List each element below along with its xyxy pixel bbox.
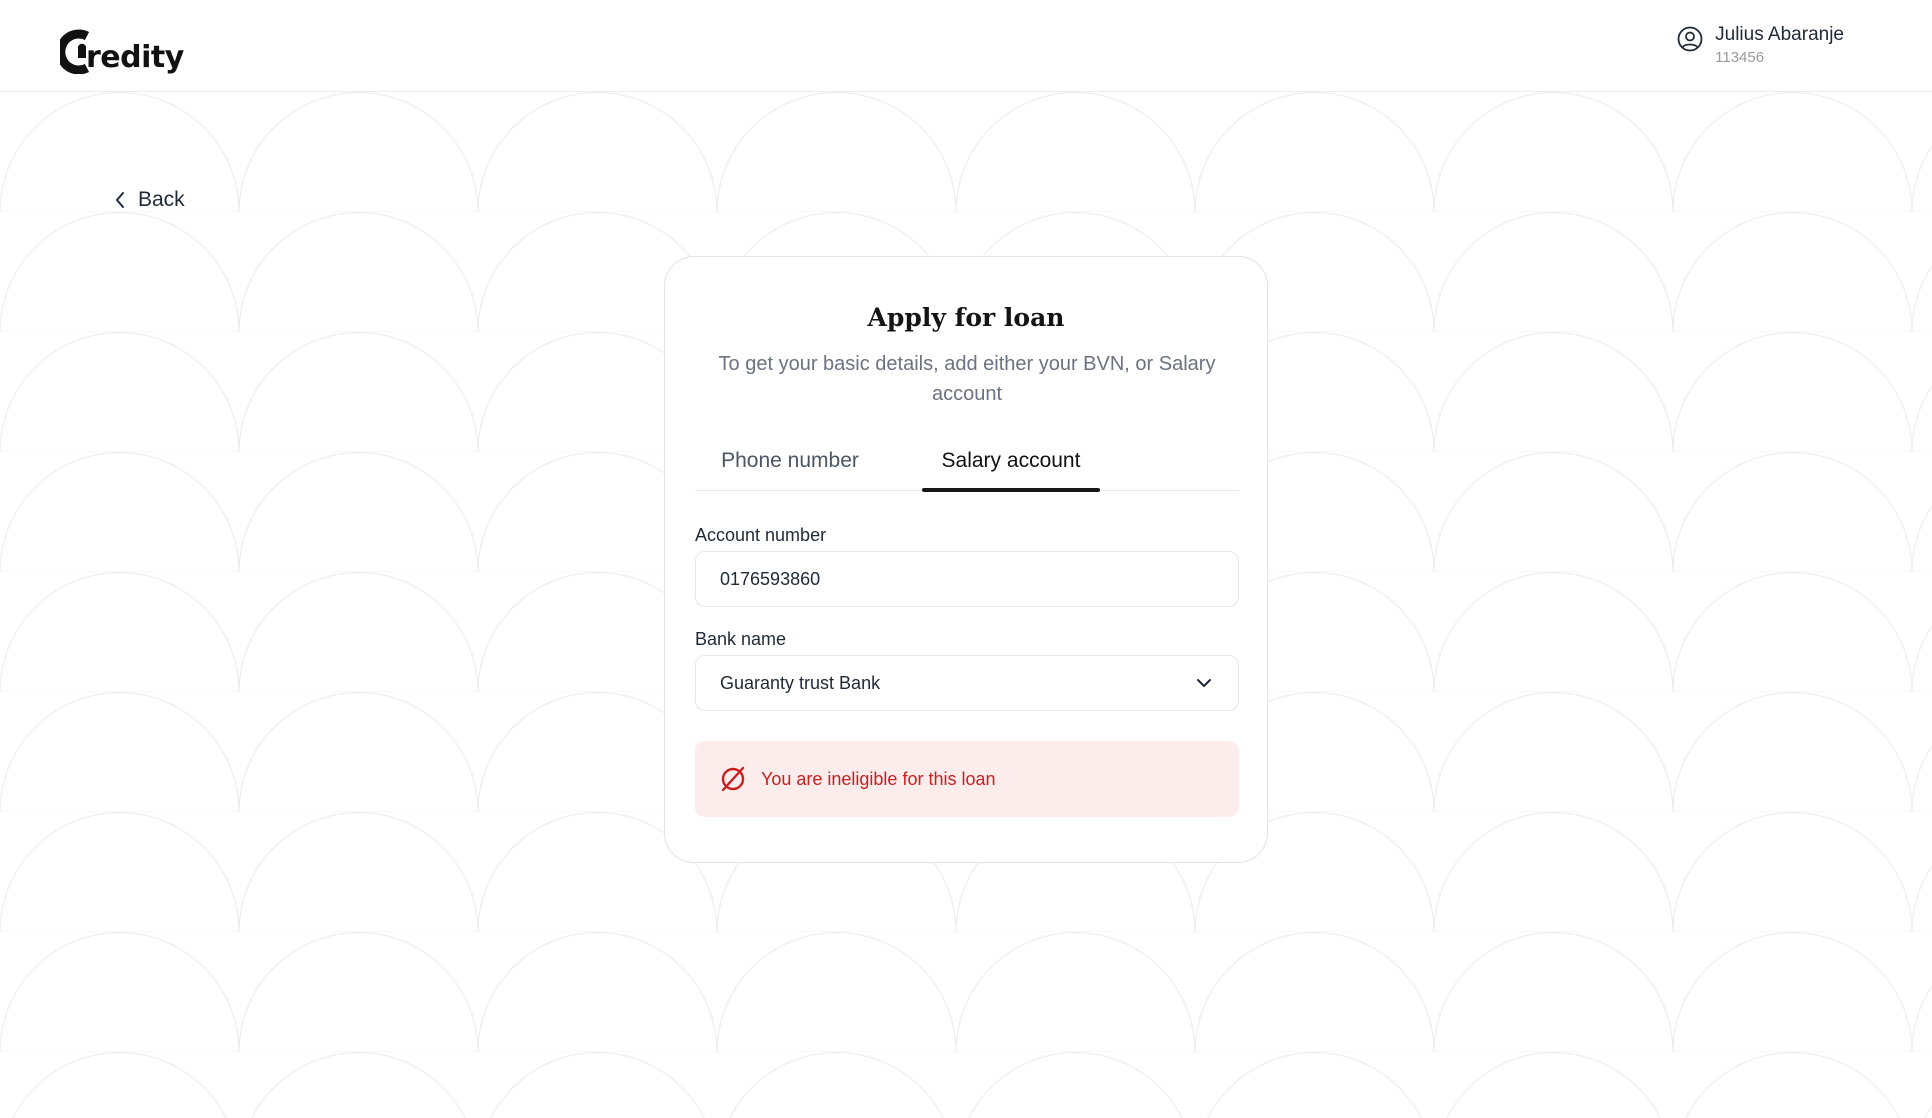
chevron-down-icon: [1197, 679, 1211, 687]
back-label: Back: [138, 188, 185, 211]
apply-loan-card: Apply for loan To get your basic details…: [664, 256, 1268, 863]
tab-salary-account[interactable]: Salary account: [922, 443, 1100, 492]
tab-bar: Phone number Salary account: [695, 443, 1239, 492]
prohibited-icon: [721, 766, 745, 792]
ineligible-alert: You are ineligible for this loan: [695, 741, 1239, 817]
chevron-left-icon: [116, 192, 124, 208]
card-title: Apply for loan: [867, 303, 1065, 332]
user-info: Julius Abaranje 113456: [1715, 22, 1844, 68]
bank-name-select[interactable]: Guaranty trust Bank: [695, 655, 1239, 711]
bank-name-label: Bank name: [695, 629, 787, 649]
user-name: Julius Abaranje: [1715, 24, 1844, 45]
account-number-input[interactable]: 0176593860: [695, 551, 1239, 607]
tab-phone-number[interactable]: Phone number: [705, 443, 875, 491]
user-circle-icon: [1677, 26, 1703, 52]
logo-text: redity: [86, 40, 184, 75]
user-id: 113456: [1715, 49, 1765, 66]
bank-name-value: Guaranty trust Bank: [720, 672, 881, 693]
account-number-label: Account number: [695, 525, 827, 545]
back-button[interactable]: Back: [114, 188, 185, 212]
top-bar: redity Julius Abaranje 113456: [0, 0, 1932, 92]
account-number-value: 0176593860: [720, 568, 821, 589]
alert-text: You are ineligible for this loan: [761, 768, 996, 789]
user-profile[interactable]: Julius Abaranje 113456: [1677, 22, 1844, 68]
card-subtitle: To get your basic details, add either yo…: [718, 353, 1216, 405]
credity-logo[interactable]: redity: [60, 22, 184, 74]
